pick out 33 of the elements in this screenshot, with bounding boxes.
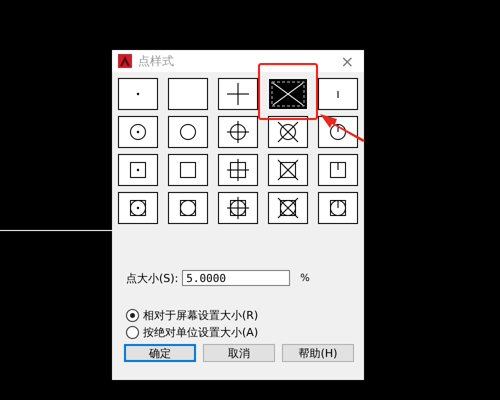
point-size-label: 点大小(S): [126,270,178,286]
pointer-arrow [320,114,366,142]
percent-unit: % [300,272,310,284]
dialog-button[interactable]: 帮助(H) [282,344,354,362]
point-style-option[interactable] [218,116,258,148]
option-label: 按绝对单位设置大小(A) [143,325,258,340]
point-style-option[interactable] [218,78,258,110]
point-style-option[interactable] [168,78,208,110]
point-style-option[interactable] [218,192,258,224]
option-label: 相对于屏幕设置大小(R) [143,308,258,323]
point-style-option[interactable] [318,192,358,224]
point-style-option[interactable] [268,154,308,186]
radio-button[interactable] [126,326,139,339]
point-style-option[interactable] [168,154,208,186]
point-style-option[interactable] [268,116,308,148]
point-style-option[interactable] [168,116,208,148]
dialog-button[interactable]: 确定 [124,344,196,362]
point-style-option[interactable] [118,78,158,110]
point-style-option[interactable] [318,78,358,110]
point-style-option[interactable] [118,116,158,148]
close-button[interactable]: × [340,52,354,70]
point-style-option[interactable] [318,154,358,186]
highlight-frame [258,63,318,120]
point-style-option[interactable] [218,154,258,186]
app-logo-icon [118,54,132,68]
point-style-option[interactable] [168,192,208,224]
point-size-field[interactable]: 5.0000 [182,270,290,286]
dialog-button[interactable]: 取消 [203,344,275,362]
point-style-option[interactable] [118,154,158,186]
point-style-option[interactable] [268,192,308,224]
point-style-option[interactable] [118,192,158,224]
window-title: 点样式 [138,52,175,70]
radio-button[interactable] [126,309,139,322]
